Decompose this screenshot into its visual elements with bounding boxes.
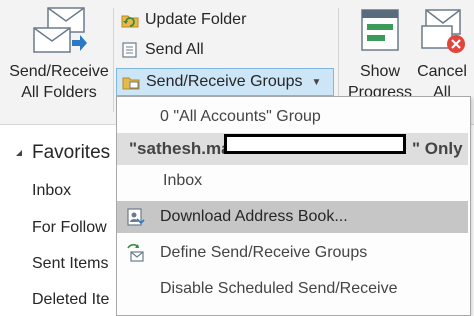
cancel-icon: [421, 9, 465, 53]
favorites-header[interactable]: Favorites: [14, 142, 110, 164]
menu-item-label: Inbox: [163, 172, 203, 189]
redaction-box: [224, 134, 406, 154]
send-receive-all-label-2: All Folders: [21, 84, 97, 101]
menu-item-download-address-book[interactable]: Download Address Book...: [117, 201, 468, 233]
send-receive-all-folders-button[interactable]: Send/Receive All Folders: [4, 6, 114, 103]
update-folder-button[interactable]: Update Folder: [120, 8, 246, 32]
send-receive-groups-button[interactable]: Send/Receive Groups ▼: [116, 68, 334, 96]
cancel-all-button[interactable]: Cancel All: [414, 6, 470, 103]
envelopes-icon: [33, 7, 87, 53]
folder-deleted-items[interactable]: Deleted Ite: [32, 291, 109, 309]
menu-item-label: Download Address Book...: [160, 208, 348, 225]
collapse-triangle-icon: [16, 150, 22, 156]
send-receive-groups-icon: [122, 77, 140, 90]
send-receive-all-label-1: Send/Receive: [9, 63, 109, 80]
menu-item-all-accounts-group[interactable]: 0 "All Accounts" Group: [117, 101, 468, 133]
menu-item-label: Define Send/Receive Groups: [160, 244, 368, 261]
address-book-icon: [127, 208, 145, 226]
send-all-label: Send All: [145, 41, 204, 58]
menu-item-label: 0 "All Accounts" Group: [160, 108, 321, 125]
menu-item-label: Disable Scheduled Send/Receive: [160, 280, 398, 297]
show-progress-label-1: Show: [359, 63, 401, 80]
update-folder-icon: [121, 15, 139, 28]
menu-item-define-groups[interactable]: Define Send/Receive Groups: [117, 237, 468, 269]
menu-item-inbox[interactable]: Inbox: [117, 165, 468, 197]
send-receive-groups-menu: 0 "All Accounts" Group "sathesh.ma " Onl…: [116, 96, 471, 316]
menu-item-disable-scheduled[interactable]: Disable Scheduled Send/Receive: [117, 273, 468, 305]
ribbon-divider: [113, 8, 114, 112]
send-all-button[interactable]: Send All: [120, 38, 204, 62]
show-progress-button[interactable]: Show Progress: [345, 6, 415, 103]
folder-sent-items[interactable]: Sent Items: [32, 255, 108, 273]
favorites-label: Favorites: [32, 142, 111, 163]
chevron-down-icon: ▼: [311, 76, 322, 88]
progress-icon: [361, 9, 399, 51]
account-name-suffix: " Only: [412, 139, 463, 158]
folder-inbox[interactable]: Inbox: [32, 182, 71, 200]
update-folder-label: Update Folder: [145, 11, 247, 28]
send-all-icon: [122, 42, 137, 58]
account-name-prefix: "sathesh.ma: [129, 139, 231, 158]
define-groups-icon: [127, 243, 144, 262]
folder-for-follow[interactable]: For Follow: [32, 219, 107, 237]
cancel-all-label-1: Cancel: [417, 63, 467, 80]
send-receive-groups-label: Send/Receive Groups: [146, 73, 303, 90]
